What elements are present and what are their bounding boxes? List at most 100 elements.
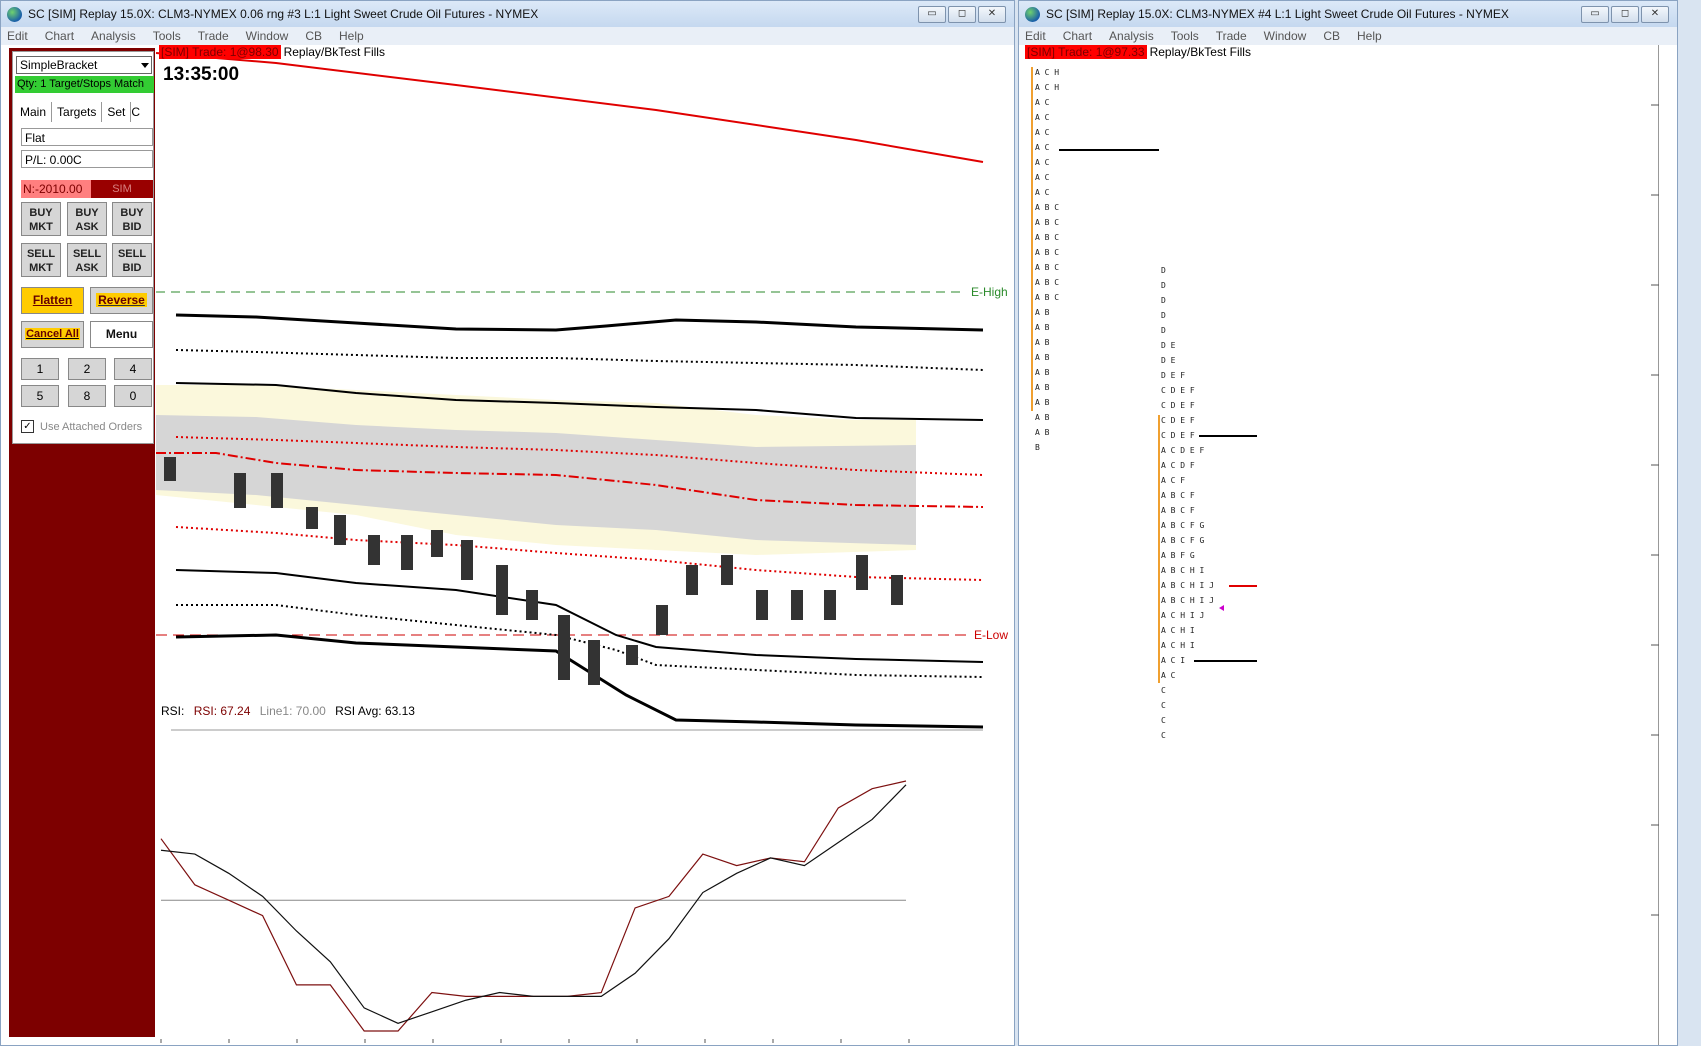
menu-button[interactable]: Menu — [90, 321, 153, 348]
tpo-row: A B C F — [1161, 506, 1195, 515]
cancel-all-label: Cancel All — [25, 328, 80, 340]
buy-bid-button[interactable]: BUY BID — [112, 202, 152, 236]
tpo-row: A B — [1035, 338, 1050, 347]
qty-button-0[interactable]: 0 — [114, 385, 152, 407]
qty-button-2[interactable]: 2 — [68, 358, 106, 380]
menu-bar: Edit Chart Analysis Tools Trade Window C… — [1, 27, 1014, 45]
tpo-row: A B C F — [1161, 491, 1195, 500]
sell-bid-button[interactable]: SELL BID — [112, 243, 152, 277]
menu-tools[interactable]: Tools — [153, 29, 181, 43]
tpo-row: A B C H I J — [1161, 581, 1214, 590]
title-bar[interactable]: SC [SIM] Replay 15.0X: CLM3-NYMEX 0.06 r… — [1, 1, 1014, 27]
tpo-row: A B C — [1035, 218, 1059, 227]
strategy-select[interactable]: SimpleBracket — [16, 56, 152, 74]
tpo-row: A B C — [1035, 248, 1059, 257]
tpo-chart-area[interactable]: [SIM] Trade: 1@97.33 Replay/BkTest Fills… — [1019, 45, 1659, 1045]
menu-help[interactable]: Help — [1357, 29, 1382, 43]
buy-market-button[interactable]: BUY MKT — [21, 202, 61, 236]
rsi-avg-series — [160, 784, 907, 1024]
menu-chart[interactable]: Chart — [1063, 29, 1092, 43]
chart-area[interactable]: SimpleBracket Qty: 1 Target/Stops Match … — [1, 45, 1014, 1045]
tpo-row: C D E F — [1161, 416, 1195, 425]
qty-button-8[interactable]: 8 — [68, 385, 106, 407]
menu-chart[interactable]: Chart — [45, 29, 74, 43]
tpo-row: A C D F — [1161, 461, 1195, 470]
close-button[interactable]: ✕ — [978, 6, 1006, 23]
rsi-avg-value: RSI Avg: 63.13 — [335, 704, 415, 718]
reverse-label: Reverse — [96, 293, 147, 307]
app-globe-icon — [1025, 6, 1040, 22]
reverse-button[interactable]: Reverse — [90, 287, 153, 314]
tpo-row: A C H — [1035, 83, 1059, 92]
flatten-button[interactable]: Flatten — [21, 287, 84, 314]
e-high-label: E-High — [971, 285, 1008, 299]
minimize-button-2[interactable]: ▭ — [1581, 6, 1609, 23]
qty-button-4[interactable]: 4 — [114, 358, 152, 380]
tab-targets[interactable]: Targets — [52, 102, 103, 122]
sell-market-button[interactable]: SELL MKT — [21, 243, 61, 277]
tpo-row: A B — [1035, 413, 1050, 422]
tpo-row: A B F G — [1161, 551, 1195, 560]
qty-button-5[interactable]: 5 — [21, 385, 59, 407]
n-value: N:-2010.00 — [21, 180, 91, 198]
cancel-all-button[interactable]: Cancel All — [21, 321, 84, 348]
tpo-row: A B C — [1035, 293, 1059, 302]
tpo-row: B — [1035, 443, 1040, 452]
tpo-profile[interactable]: A C H A C H A C A C A C A C A C A C A C A B C A B … — [1019, 45, 1659, 1025]
close-button-2[interactable]: ✕ — [1641, 6, 1669, 23]
menu-analysis[interactable]: Analysis — [91, 29, 136, 43]
e-low-label: E-Low — [974, 628, 1008, 642]
tpo-row: A B — [1035, 308, 1050, 317]
position-field: Flat — [21, 128, 153, 146]
chart-window-1[interactable]: SC [SIM] Replay 15.0X: CLM3-NYMEX 0.06 r… — [0, 0, 1015, 1046]
menu-edit[interactable]: Edit — [7, 29, 28, 43]
tab-set[interactable]: Set — [102, 102, 132, 122]
restore-button-2[interactable]: ◻ — [1611, 6, 1639, 23]
buy-ask-button[interactable]: BUY ASK — [67, 202, 107, 236]
tpo-column-1: A C H A C H A C A C A C A C A C A C A C A B C A B … — [1035, 68, 1059, 452]
checkmark-icon: ✓ — [21, 420, 34, 433]
tpo-row: A C H I — [1161, 626, 1195, 635]
tpo-row: D — [1161, 266, 1166, 275]
upper-band-outer — [175, 313, 984, 332]
window-title-2: SC [SIM] Replay 15.0X: CLM3-NYMEX #4 L:1… — [1046, 7, 1509, 21]
tpo-column-2: DDDDDD ED ED E FC D E FC D E FC D E FC D… — [1161, 266, 1214, 740]
rsi-value: RSI: 67.24 — [193, 704, 251, 718]
menu-trade[interactable]: Trade — [198, 29, 229, 43]
tpo-row: A B C H I J — [1161, 596, 1214, 605]
menu-bar-2: Edit Chart Analysis Tools Trade Window C… — [1019, 27, 1677, 45]
chevron-down-icon — [141, 63, 149, 68]
menu-trade[interactable]: Trade — [1216, 29, 1247, 43]
tpo-row: A C D E F — [1161, 446, 1205, 455]
menu-window[interactable]: Window — [246, 29, 289, 43]
menu-help[interactable]: Help — [339, 29, 364, 43]
rsi-chart[interactable] — [160, 721, 983, 1043]
chart-time: 13:35:00 — [163, 64, 240, 85]
tab-c[interactable]: C — [131, 102, 145, 122]
price-chart[interactable]: E-High E-Low — [155, 45, 1016, 729]
tab-main[interactable]: Main — [15, 102, 53, 122]
minimize-button[interactable]: ▭ — [918, 6, 946, 23]
menu-tools[interactable]: Tools — [1171, 29, 1199, 43]
menu-cb[interactable]: CB — [305, 29, 322, 43]
tpo-row: D E — [1161, 341, 1176, 350]
qty-button-1[interactable]: 1 — [21, 358, 59, 380]
menu-window[interactable]: Window — [1264, 29, 1307, 43]
tpo-row: A C — [1035, 113, 1050, 122]
tpo-row: A C I — [1161, 656, 1185, 665]
tpo-row: D — [1161, 311, 1166, 320]
chart-window-2[interactable]: SC [SIM] Replay 15.0X: CLM3-NYMEX #4 L:1… — [1018, 0, 1678, 1046]
menu-analysis[interactable]: Analysis — [1109, 29, 1154, 43]
tpo-row: A B — [1035, 368, 1050, 377]
tpo-row: A C H I — [1161, 641, 1195, 650]
tpo-row: D — [1161, 326, 1166, 335]
title-bar-2[interactable]: SC [SIM] Replay 15.0X: CLM3-NYMEX #4 L:1… — [1019, 1, 1677, 27]
sell-ask-button[interactable]: SELL ASK — [67, 243, 107, 277]
upper-band-dotted — [175, 349, 984, 371]
use-attached-orders-checkbox[interactable]: ✓ Use Attached Orders — [21, 420, 142, 433]
menu-edit[interactable]: Edit — [1025, 29, 1046, 43]
restore-button[interactable]: ◻ — [948, 6, 976, 23]
tpo-row: C — [1161, 731, 1166, 740]
tpo-row: A B — [1035, 323, 1050, 332]
menu-cb[interactable]: CB — [1323, 29, 1340, 43]
